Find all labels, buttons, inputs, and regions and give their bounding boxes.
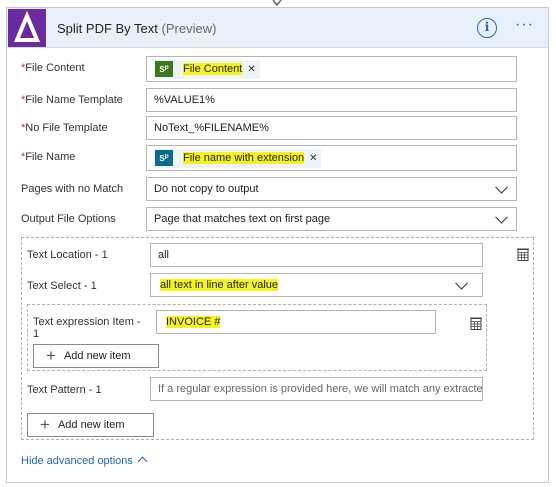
more-options-icon[interactable]: ··· — [515, 16, 534, 34]
file-name-token-label: File name with extension — [183, 152, 305, 164]
sharepoint-icon: SP — [155, 150, 173, 166]
text-pattern-input[interactable]: If a regular expression is provided here… — [150, 377, 483, 401]
output-file-options-dropdown[interactable]: Page that matches text on first page — [146, 207, 517, 231]
remove-token-icon[interactable]: ✕ — [309, 153, 317, 164]
add-new-item-label: Add new item — [63, 350, 131, 362]
text-select-label: Text Select - 1 — [27, 280, 97, 292]
action-title-text: Split PDF By Text — [57, 21, 158, 36]
text-expression-input[interactable]: INVOICE # — [156, 310, 436, 334]
file-name-template-label-text: File Name Template — [25, 94, 123, 106]
no-file-template-label-text: No File Template — [25, 122, 108, 134]
text-expression-value: INVOICE # — [166, 316, 221, 328]
file-name-template-label: *File Name Template — [21, 94, 123, 106]
add-new-item-button[interactable]: + Add new item — [33, 344, 159, 368]
file-name-label-text: File Name — [25, 151, 76, 163]
text-expression-label-line1: Text expression Item - — [33, 316, 141, 328]
file-name-label: *File Name — [21, 151, 75, 163]
file-content-token[interactable]: SP File Content ✕ — [155, 59, 260, 79]
text-select-value: all text in line after value — [160, 279, 279, 291]
file-content-field[interactable]: SP File Content ✕ — [146, 56, 517, 82]
text-select-dropdown[interactable]: all text in line after value — [150, 273, 483, 297]
more-options-glyph: ··· — [515, 16, 534, 33]
add-new-item-label: Add new item — [57, 419, 125, 431]
text-location-input[interactable]: all — [150, 243, 483, 267]
file-content-token-label: File Content — [183, 63, 243, 75]
file-name-template-input[interactable]: %VALUE1% — [146, 88, 517, 112]
no-file-template-input[interactable]: NoText_%FILENAME% — [146, 116, 517, 140]
info-icon[interactable]: i — [477, 18, 497, 38]
action-title-preview: (Preview) — [161, 21, 217, 36]
action-title: Split PDF By Text (Preview) — [57, 21, 216, 36]
sharepoint-icon: SP — [155, 61, 173, 77]
output-file-options-label: Output File Options — [21, 213, 116, 225]
pages-no-match-dropdown[interactable]: Do not copy to output — [146, 177, 517, 201]
plus-icon: + — [40, 415, 50, 434]
action-header[interactable]: Split PDF By Text (Preview) i ··· — [7, 8, 548, 48]
switch-to-array-input-icon[interactable] — [469, 317, 483, 331]
file-content-label-text: File Content — [25, 62, 85, 74]
remove-token-icon[interactable]: ✕ — [247, 64, 255, 75]
chevron-down-icon — [495, 180, 508, 194]
hide-advanced-options-label: Hide advanced options — [21, 455, 133, 467]
text-expression-label: Text expression Item - 1 — [33, 316, 141, 340]
add-new-item-button[interactable]: + Add new item — [27, 413, 154, 437]
chevron-up-icon — [137, 456, 148, 467]
info-icon-glyph: i — [484, 20, 490, 34]
connector-logo-icon — [8, 9, 46, 47]
text-location-label: Text Location - 1 — [27, 249, 108, 261]
chevron-down-icon — [455, 276, 468, 290]
action-card: Split PDF By Text (Preview) i ··· *File … — [6, 7, 549, 483]
output-file-options-value: Page that matches text on first page — [154, 213, 331, 225]
file-name-token[interactable]: SP File name with extension ✕ — [155, 148, 322, 168]
text-expression-label-line2: 1 — [33, 328, 40, 340]
pages-no-match-value: Do not copy to output — [154, 183, 259, 195]
no-file-template-label: *No File Template — [21, 122, 108, 134]
switch-to-array-input-icon[interactable] — [516, 248, 530, 262]
text-pattern-label: Text Pattern - 1 — [27, 384, 102, 396]
pages-no-match-label: Pages with no Match — [21, 183, 124, 195]
chevron-down-icon — [495, 210, 508, 224]
file-content-label: *File Content — [21, 62, 85, 74]
plus-icon: + — [46, 346, 56, 365]
file-name-field[interactable]: SP File name with extension ✕ — [146, 145, 517, 171]
hide-advanced-options-link[interactable]: Hide advanced options — [21, 455, 148, 467]
